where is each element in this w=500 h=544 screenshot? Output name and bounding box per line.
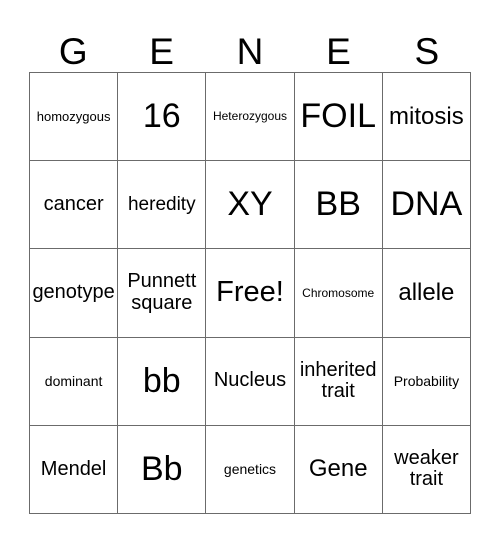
bingo-cell[interactable]: FOIL <box>294 73 383 162</box>
bingo-cell[interactable]: Mendel <box>30 425 119 514</box>
bingo-cell-label: Heterozygous <box>212 109 288 124</box>
bingo-cell[interactable]: homozygous <box>30 73 119 162</box>
header-letter-4: E <box>326 31 351 72</box>
bingo-cell-label: weaker trait <box>394 446 459 491</box>
bingo-cell[interactable]: BB <box>294 161 383 250</box>
header-letter-1: G <box>58 31 88 72</box>
bingo-cell-label: FOIL <box>300 97 376 136</box>
bingo-cell-label: Gene <box>308 455 368 483</box>
bingo-cell[interactable]: genotype <box>30 249 119 338</box>
bingo-cell[interactable]: Bb <box>118 425 207 514</box>
bingo-cell-label: Punnett square <box>127 270 197 314</box>
header-letter-3: N <box>236 31 264 72</box>
bingo-grid: homozygous 16 Heterozygous FOIL mitosis … <box>29 72 471 514</box>
bingo-cell[interactable]: 16 <box>118 73 207 162</box>
bingo-cell[interactable]: Chromosome <box>294 249 383 338</box>
bingo-cell-label: dominant <box>44 372 103 389</box>
bingo-cell-label: Mendel <box>40 457 107 480</box>
bingo-cell-label: Probability <box>393 372 460 389</box>
bingo-cell[interactable]: Nucleus <box>206 337 295 426</box>
bingo-cell[interactable]: mitosis <box>382 73 471 162</box>
bingo-cell-label: Free! <box>216 276 284 309</box>
bingo-cell[interactable]: Punnett square <box>118 249 207 338</box>
bingo-cell-label: allele <box>398 279 455 307</box>
bingo-cell[interactable]: Heterozygous <box>206 73 295 162</box>
bingo-cell[interactable]: bb <box>118 337 207 426</box>
bingo-cell-label: Chromosome <box>302 285 375 300</box>
bingo-cell-label: genotype <box>32 281 115 304</box>
bingo-cell[interactable]: heredity <box>118 161 207 250</box>
bingo-cell[interactable]: genetics <box>206 425 295 514</box>
bingo-header: G E N E S <box>29 22 471 70</box>
bingo-cell[interactable]: allele <box>382 249 471 338</box>
header-letter-5: S <box>414 31 440 72</box>
bingo-cell-label: 16 <box>142 97 181 136</box>
bingo-cell-label: inherited trait <box>299 358 377 403</box>
bingo-cell-label: mitosis <box>389 102 464 130</box>
bingo-cell-label: bb <box>142 361 181 400</box>
bingo-card: G E N E S homozygous 16 Heterozygous FOI… <box>0 0 500 544</box>
bingo-cell-label: cancer <box>43 192 104 215</box>
bingo-cell-label: heredity <box>127 193 196 215</box>
bingo-cell-label: genetics <box>223 460 277 477</box>
bingo-cell[interactable]: DNA <box>382 161 471 250</box>
bingo-cell-label: Bb <box>140 450 183 489</box>
bingo-cell[interactable]: weaker trait <box>382 425 471 514</box>
bingo-cell-label: DNA <box>390 185 463 224</box>
bingo-cell[interactable]: Gene <box>294 425 383 514</box>
bingo-cell[interactable]: inherited trait <box>294 337 383 426</box>
bingo-cell[interactable]: XY <box>206 161 295 250</box>
bingo-cell-label: homozygous <box>36 108 111 124</box>
bingo-cell-label: Nucleus <box>213 369 287 392</box>
bingo-cell-label: BB <box>315 185 361 224</box>
header-letter-2: E <box>149 31 174 72</box>
bingo-cell-label: XY <box>227 185 273 224</box>
bingo-cell[interactable]: dominant <box>30 337 119 426</box>
bingo-cell-free[interactable]: Free! <box>206 249 295 338</box>
bingo-cell[interactable]: cancer <box>30 161 119 250</box>
bingo-cell[interactable]: Probability <box>382 337 471 426</box>
